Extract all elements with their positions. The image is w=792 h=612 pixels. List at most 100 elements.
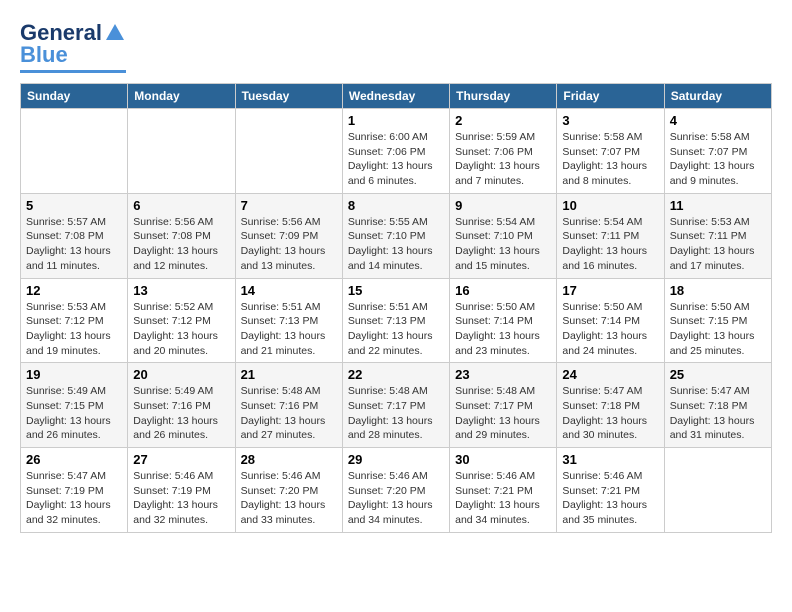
- day-info: Sunrise: 5:50 AM Sunset: 7:15 PM Dayligh…: [670, 300, 766, 359]
- day-number: 25: [670, 367, 766, 382]
- day-cell: 25Sunrise: 5:47 AM Sunset: 7:18 PM Dayli…: [664, 363, 771, 448]
- day-info: Sunrise: 5:55 AM Sunset: 7:10 PM Dayligh…: [348, 215, 444, 274]
- day-number: 3: [562, 113, 658, 128]
- day-number: 18: [670, 283, 766, 298]
- day-cell: 21 Sunrise: 5:48 AM Sunset: 7:16 PM Dayli…: [235, 363, 342, 448]
- day-cell: 17 Sunrise: 5:50 AM Sunset: 7:14 PM Dayli…: [557, 278, 664, 363]
- day-number: 13: [133, 283, 229, 298]
- header-monday: Monday: [128, 84, 235, 109]
- day-info: Sunrise: 5:47 AM Sunset: 7:18 PM Dayligh…: [562, 384, 658, 443]
- day-cell: 6 Sunrise: 5:56 AM Sunset: 7:08 PM Daylig…: [128, 193, 235, 278]
- logo-icon: [104, 22, 126, 44]
- day-cell: 12Sunrise: 5:53 AM Sunset: 7:12 PM Dayli…: [21, 278, 128, 363]
- day-number: 28: [241, 452, 337, 467]
- day-number: 10: [562, 198, 658, 213]
- day-cell: 18 Sunrise: 5:50 AM Sunset: 7:15 PM Dayli…: [664, 278, 771, 363]
- day-number: 8: [348, 198, 444, 213]
- day-cell: [664, 448, 771, 533]
- day-number: 22: [348, 367, 444, 382]
- logo-underline: [20, 70, 126, 73]
- day-number: 31: [562, 452, 658, 467]
- day-number: 1: [348, 113, 444, 128]
- day-number: 17: [562, 283, 658, 298]
- day-cell: [21, 109, 128, 194]
- page-header: General Blue: [20, 20, 772, 73]
- week-row-4: 26 Sunrise: 5:47 AM Sunset: 7:19 PM Dayli…: [21, 448, 772, 533]
- day-info: Sunrise: 5:53 AM Sunset: 7:11 PM Dayligh…: [670, 215, 766, 274]
- day-info: Sunrise: 5:54 AM Sunset: 7:11 PM Dayligh…: [562, 215, 658, 274]
- day-info: Sunrise: 5:56 AM Sunset: 7:08 PM Dayligh…: [133, 215, 229, 274]
- header-friday: Friday: [557, 84, 664, 109]
- day-info: Sunrise: 5:58 AM Sunset: 7:07 PM Dayligh…: [670, 130, 766, 189]
- day-number: 26: [26, 452, 122, 467]
- header-tuesday: Tuesday: [235, 84, 342, 109]
- day-number: 21: [241, 367, 337, 382]
- day-cell: 20Sunrise: 5:49 AM Sunset: 7:16 PM Dayli…: [128, 363, 235, 448]
- day-cell: 19Sunrise: 5:49 AM Sunset: 7:15 PM Dayli…: [21, 363, 128, 448]
- day-number: 27: [133, 452, 229, 467]
- day-info: Sunrise: 5:46 AM Sunset: 7:20 PM Dayligh…: [241, 469, 337, 528]
- day-cell: 10 Sunrise: 5:54 AM Sunset: 7:11 PM Dayli…: [557, 193, 664, 278]
- day-cell: 16 Sunrise: 5:50 AM Sunset: 7:14 PM Dayli…: [450, 278, 557, 363]
- day-cell: 3 Sunrise: 5:58 AM Sunset: 7:07 PM Daylig…: [557, 109, 664, 194]
- day-info: Sunrise: 5:48 AM Sunset: 7:17 PM Dayligh…: [455, 384, 551, 443]
- day-cell: 27Sunrise: 5:46 AM Sunset: 7:19 PM Dayli…: [128, 448, 235, 533]
- day-cell: 28 Sunrise: 5:46 AM Sunset: 7:20 PM Dayli…: [235, 448, 342, 533]
- day-info: Sunrise: 5:51 AM Sunset: 7:13 PM Dayligh…: [241, 300, 337, 359]
- day-cell: 7 Sunrise: 5:56 AM Sunset: 7:09 PM Daylig…: [235, 193, 342, 278]
- day-info: Sunrise: 5:46 AM Sunset: 7:20 PM Dayligh…: [348, 469, 444, 528]
- day-cell: 22 Sunrise: 5:48 AM Sunset: 7:17 PM Dayli…: [342, 363, 449, 448]
- day-cell: 11 Sunrise: 5:53 AM Sunset: 7:11 PM Dayli…: [664, 193, 771, 278]
- day-number: 24: [562, 367, 658, 382]
- day-cell: 5Sunrise: 5:57 AM Sunset: 7:08 PM Daylig…: [21, 193, 128, 278]
- day-info: Sunrise: 5:50 AM Sunset: 7:14 PM Dayligh…: [455, 300, 551, 359]
- week-row-1: 5Sunrise: 5:57 AM Sunset: 7:08 PM Daylig…: [21, 193, 772, 278]
- day-info: Sunrise: 5:52 AM Sunset: 7:12 PM Dayligh…: [133, 300, 229, 359]
- day-info: Sunrise: 5:57 AM Sunset: 7:08 PM Dayligh…: [26, 215, 122, 274]
- calendar-table: SundayMondayTuesdayWednesdayThursdayFrid…: [20, 83, 772, 533]
- day-info: Sunrise: 5:46 AM Sunset: 7:21 PM Dayligh…: [562, 469, 658, 528]
- day-number: 29: [348, 452, 444, 467]
- day-info: Sunrise: 5:58 AM Sunset: 7:07 PM Dayligh…: [562, 130, 658, 189]
- day-cell: 1 Sunrise: 6:00 AM Sunset: 7:06 PM Daylig…: [342, 109, 449, 194]
- day-cell: 30 Sunrise: 5:46 AM Sunset: 7:21 PM Dayli…: [450, 448, 557, 533]
- day-cell: 9 Sunrise: 5:54 AM Sunset: 7:10 PM Daylig…: [450, 193, 557, 278]
- header-wednesday: Wednesday: [342, 84, 449, 109]
- day-cell: 15Sunrise: 5:51 AM Sunset: 7:13 PM Dayli…: [342, 278, 449, 363]
- day-info: Sunrise: 5:51 AM Sunset: 7:13 PM Dayligh…: [348, 300, 444, 359]
- header-row: SundayMondayTuesdayWednesdayThursdayFrid…: [21, 84, 772, 109]
- day-info: Sunrise: 5:49 AM Sunset: 7:15 PM Dayligh…: [26, 384, 122, 443]
- day-cell: 26 Sunrise: 5:47 AM Sunset: 7:19 PM Dayli…: [21, 448, 128, 533]
- logo: General Blue: [20, 20, 126, 73]
- logo-blue: Blue: [20, 42, 68, 68]
- week-row-3: 19Sunrise: 5:49 AM Sunset: 7:15 PM Dayli…: [21, 363, 772, 448]
- day-info: Sunrise: 5:59 AM Sunset: 7:06 PM Dayligh…: [455, 130, 551, 189]
- day-cell: 29 Sunrise: 5:46 AM Sunset: 7:20 PM Dayli…: [342, 448, 449, 533]
- day-number: 14: [241, 283, 337, 298]
- week-row-0: 1 Sunrise: 6:00 AM Sunset: 7:06 PM Daylig…: [21, 109, 772, 194]
- day-info: Sunrise: 5:47 AM Sunset: 7:19 PM Dayligh…: [26, 469, 122, 528]
- day-cell: 23Sunrise: 5:48 AM Sunset: 7:17 PM Dayli…: [450, 363, 557, 448]
- day-info: Sunrise: 5:54 AM Sunset: 7:10 PM Dayligh…: [455, 215, 551, 274]
- day-info: Sunrise: 5:56 AM Sunset: 7:09 PM Dayligh…: [241, 215, 337, 274]
- day-number: 6: [133, 198, 229, 213]
- day-info: Sunrise: 6:00 AM Sunset: 7:06 PM Dayligh…: [348, 130, 444, 189]
- day-info: Sunrise: 5:48 AM Sunset: 7:16 PM Dayligh…: [241, 384, 337, 443]
- day-info: Sunrise: 5:48 AM Sunset: 7:17 PM Dayligh…: [348, 384, 444, 443]
- day-info: Sunrise: 5:46 AM Sunset: 7:21 PM Dayligh…: [455, 469, 551, 528]
- day-info: Sunrise: 5:49 AM Sunset: 7:16 PM Dayligh…: [133, 384, 229, 443]
- day-number: 9: [455, 198, 551, 213]
- day-cell: 2 Sunrise: 5:59 AM Sunset: 7:06 PM Daylig…: [450, 109, 557, 194]
- day-number: 30: [455, 452, 551, 467]
- day-number: 7: [241, 198, 337, 213]
- day-cell: 14 Sunrise: 5:51 AM Sunset: 7:13 PM Dayli…: [235, 278, 342, 363]
- day-info: Sunrise: 5:50 AM Sunset: 7:14 PM Dayligh…: [562, 300, 658, 359]
- day-number: 16: [455, 283, 551, 298]
- day-cell: [128, 109, 235, 194]
- week-row-2: 12Sunrise: 5:53 AM Sunset: 7:12 PM Dayli…: [21, 278, 772, 363]
- day-number: 11: [670, 198, 766, 213]
- day-cell: [235, 109, 342, 194]
- day-cell: 24 Sunrise: 5:47 AM Sunset: 7:18 PM Dayli…: [557, 363, 664, 448]
- day-cell: 8 Sunrise: 5:55 AM Sunset: 7:10 PM Daylig…: [342, 193, 449, 278]
- day-number: 2: [455, 113, 551, 128]
